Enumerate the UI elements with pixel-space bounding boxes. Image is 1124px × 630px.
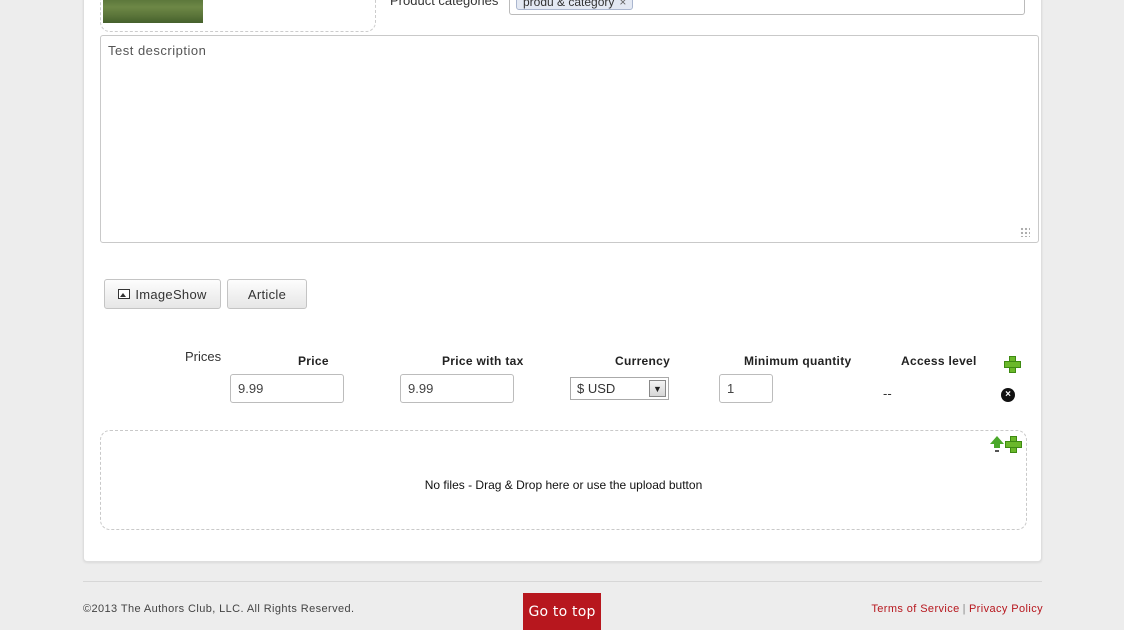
- currency-select[interactable]: $ USD ▼: [570, 377, 669, 400]
- privacy-policy-link[interactable]: Privacy Policy: [969, 603, 1043, 615]
- prices-label: Prices: [185, 349, 222, 364]
- footer-links: Terms of Service | Privacy Policy: [871, 603, 1043, 615]
- article-button[interactable]: Article: [227, 279, 307, 309]
- image-icon: [118, 289, 131, 299]
- footer-separator: |: [962, 603, 966, 615]
- chevron-down-icon[interactable]: ▼: [649, 380, 666, 397]
- article-button-label: Article: [247, 286, 287, 302]
- file-dropzone[interactable]: No files - Drag & Drop here or use the u…: [100, 430, 1027, 530]
- copyright-text: ©2013 The Authors Club, LLC. All Rights …: [83, 603, 355, 615]
- chip-remove-icon[interactable]: ×: [619, 0, 626, 9]
- resize-handle[interactable]: [1020, 227, 1030, 237]
- price-with-tax-column-header: Price with tax: [442, 354, 524, 368]
- currency-column-header: Currency: [615, 354, 671, 368]
- footer-divider: [83, 581, 1042, 582]
- categories-label: Product categories: [390, 0, 499, 8]
- dropzone-empty-text: No files - Drag & Drop here or use the u…: [424, 478, 703, 492]
- minimum-quantity-column-header: Minimum quantity: [744, 354, 852, 368]
- terms-of-service-link[interactable]: Terms of Service: [871, 603, 959, 615]
- access-level-column-header: Access level: [901, 354, 977, 368]
- price-input[interactable]: 9.99: [230, 374, 344, 403]
- remove-price-icon[interactable]: ×: [1001, 388, 1015, 402]
- imageshow-button[interactable]: ImageShow: [104, 279, 221, 309]
- description-text: Test description: [108, 43, 207, 58]
- minimum-quantity-input[interactable]: 1: [719, 374, 773, 403]
- add-price-icon[interactable]: [1004, 356, 1021, 373]
- description-textarea[interactable]: Test description: [100, 35, 1039, 243]
- upload-icon[interactable]: [990, 436, 1004, 451]
- currency-select-value: $ USD: [577, 381, 616, 396]
- imageshow-button-label: ImageShow: [135, 286, 207, 302]
- price-with-tax-input[interactable]: 9.99: [400, 374, 514, 403]
- add-file-icon[interactable]: [1005, 436, 1022, 453]
- price-column-header: Price: [298, 354, 329, 368]
- category-chip[interactable]: produ & category ×: [516, 0, 634, 10]
- category-chip-label: produ & category: [523, 0, 615, 9]
- product-image-thumbnail[interactable]: [103, 0, 203, 23]
- access-level-value: --: [883, 386, 892, 401]
- go-to-top-button[interactable]: Go to top: [523, 593, 601, 630]
